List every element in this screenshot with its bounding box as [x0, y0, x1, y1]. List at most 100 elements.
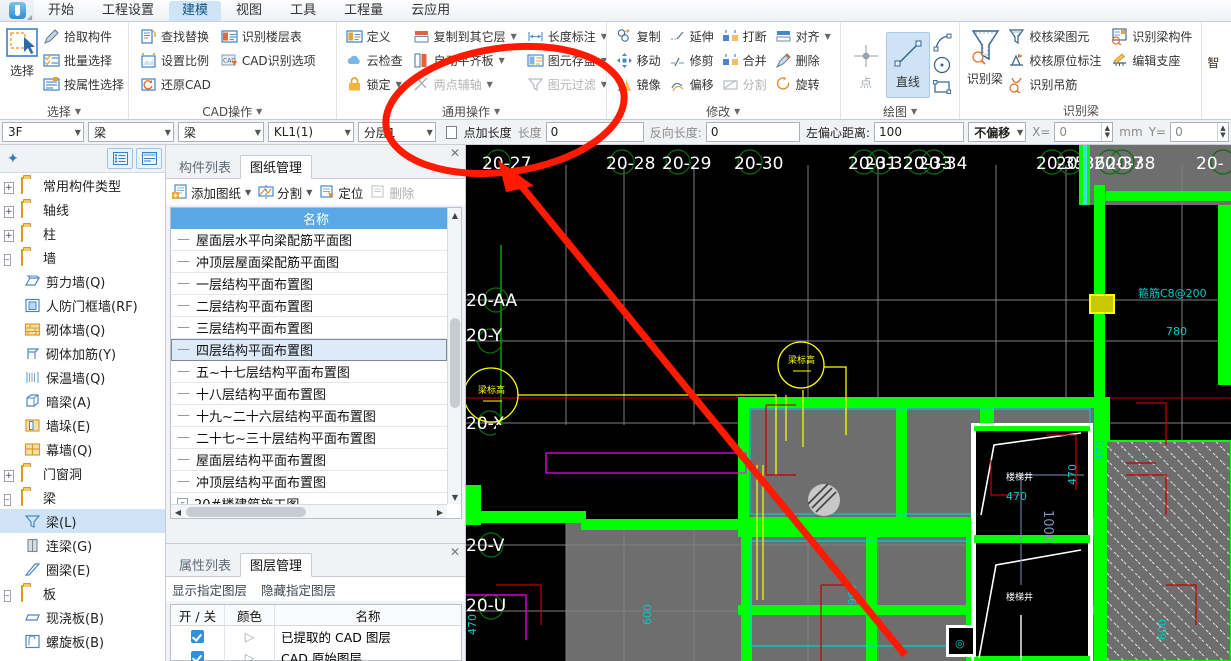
offset-button[interactable]: 偏移 — [667, 72, 718, 96]
point-add-length-checkbox[interactable] — [445, 125, 457, 139]
cad-canvas[interactable]: 20-27 20-28 20-29 20-30 20-31 20-32 20-33 20-34… — [466, 145, 1231, 661]
tab-component-list[interactable]: 构件列表 — [170, 156, 240, 178]
sidebar-item-19[interactable]: 螺旋板(B) — [0, 629, 165, 653]
sidebar-item-9[interactable]: 暗梁(A) — [0, 389, 165, 413]
list-view-icon[interactable] — [107, 148, 133, 169]
chevron-down-icon[interactable]: ▼ — [396, 80, 402, 89]
drawing-list-hscrollbar[interactable]: ◀ ▶ — [171, 504, 447, 518]
tab-property-list[interactable]: 属性列表 — [170, 554, 240, 576]
expand-icon[interactable]: + — [4, 227, 17, 242]
locate-button[interactable]: 定位 — [317, 182, 365, 203]
sidebar-item-15[interactable]: 连梁(G) — [0, 533, 165, 557]
ribbon-group-common-ops-title[interactable]: 通用操作 ▼ — [342, 103, 601, 119]
add-drawing-button[interactable]: 添加图纸 ▼ — [170, 182, 253, 203]
rectangle-tool-button[interactable] — [932, 76, 952, 98]
app-logo-icon[interactable] — [0, 0, 34, 21]
auto-align-slab-button[interactable]: 自动平齐板 ▼ — [411, 48, 521, 72]
ribbon-group-modify-title[interactable]: 修改 ▼ — [612, 103, 835, 119]
scroll-left-icon[interactable]: ◀ — [171, 505, 185, 518]
close-icon[interactable]: ✕ — [450, 545, 460, 559]
cloud-check-button[interactable]: 云检查 — [344, 48, 407, 72]
split-button[interactable]: 分割 — [720, 72, 771, 96]
copy-button[interactable]: 复制 — [614, 24, 665, 48]
detail-view-icon[interactable] — [136, 148, 162, 169]
expand-icon[interactable]: + — [4, 179, 17, 194]
sidebar-item-13[interactable]: – 梁 — [0, 485, 165, 509]
delete-button[interactable]: 删除 — [773, 48, 835, 72]
show-specified-layer-button[interactable]: 显示指定图层 — [172, 580, 247, 599]
expand-icon[interactable]: + — [4, 203, 17, 218]
expand-icon[interactable]: + — [4, 467, 17, 482]
restore-cad-button[interactable]: 还原CAD — [138, 72, 215, 96]
drawing-list-row[interactable]: — 冲顶层结构平面布置图 — [171, 471, 447, 493]
move-button[interactable]: 移动 — [614, 48, 665, 72]
x-spinner[interactable]: ▲ ▼ — [1101, 123, 1112, 141]
sidebar-item-18[interactable]: 现浇板(B) — [0, 605, 165, 629]
lock-button[interactable]: 锁定 ▼ — [344, 72, 407, 96]
batch-select-button[interactable]: 批量选择 — [41, 48, 128, 72]
select-button[interactable]: 选择 — [5, 24, 39, 79]
scroll-up-icon[interactable]: ▲ — [448, 208, 461, 222]
select-by-property-button[interactable]: 按属性选择 — [41, 72, 128, 96]
break-button[interactable]: 打断 — [720, 24, 771, 48]
vscroll-thumb[interactable] — [450, 318, 460, 408]
layer-row[interactable]: ▷ 已提取的 CAD 图层 — [171, 626, 461, 647]
trim-button[interactable]: 修剪 — [667, 48, 718, 72]
sidebar-item-2[interactable]: + 柱 — [0, 221, 165, 245]
tab-drawing-manager[interactable]: 图纸管理 — [240, 155, 313, 179]
tab-modeling[interactable]: 建模 — [169, 1, 222, 21]
sidebar-item-3[interactable]: – 墙 — [0, 245, 165, 269]
expand-triangle-icon[interactable]: ▷ — [225, 626, 275, 647]
hide-specified-layer-button[interactable]: 隐藏指定图层 — [261, 580, 336, 599]
drawing-list-row[interactable]: — 一层结构平面布置图 — [171, 273, 447, 295]
tab-quantity[interactable]: 工程量 — [331, 1, 396, 21]
x-input[interactable]: 0 ▲ ▼ — [1054, 122, 1114, 142]
tab-cloud-apps[interactable]: 云应用 — [398, 1, 463, 21]
drawing-list-row[interactable]: –20#楼建筑施工图 — [171, 493, 447, 504]
cad-identify-options-button[interactable]: CAD CAD识别选项 — [219, 48, 320, 72]
merge-button[interactable]: 合并 — [720, 48, 771, 72]
floor-combo[interactable]: 3F ▼ — [2, 122, 84, 142]
drawing-list-row[interactable]: — 屋面层水平向梁配筋平面图 — [171, 229, 447, 251]
drawing-list-row[interactable]: — 屋面层结构平面布置图 — [171, 449, 447, 471]
ribbon-group-cad-ops-title[interactable]: CAD操作 ▼ — [134, 103, 331, 119]
split-drawing-button[interactable]: 分割 ▼ — [256, 182, 314, 203]
sidebar-item-1[interactable]: + 轴线 — [0, 197, 165, 221]
sidebar-item-4[interactable]: 剪力墙(Q) — [0, 269, 165, 293]
mirror-button[interactable]: 镜像 — [614, 72, 665, 96]
set-scale-button[interactable]: 设置比例 — [138, 48, 215, 72]
collapse-icon[interactable]: – — [4, 491, 17, 506]
type-combo[interactable]: 梁 ▼ — [177, 122, 264, 142]
element-save-button[interactable]: 图元存盘 ▼ — [525, 48, 611, 72]
layer-combo[interactable]: 分层1 ▼ — [357, 122, 436, 142]
rotate-button[interactable]: 旋转 — [773, 72, 835, 96]
sidebar-item-17[interactable]: – 板 — [0, 581, 165, 605]
tab-project-settings[interactable]: 工程设置 — [89, 1, 167, 21]
identify-beam-component-button[interactable]: 识别梁构件 — [1109, 24, 1196, 48]
sidebar-item-14[interactable]: 梁(L) — [0, 509, 165, 533]
sidebar-item-5[interactable]: 人防门框墙(RF) — [0, 293, 165, 317]
ribbon-group-draw-title[interactable]: 绘图 ▼ — [846, 103, 955, 119]
reverse-length-input[interactable]: 0 — [705, 122, 800, 142]
drawing-list-row[interactable]: — 二层结构平面布置图 — [171, 295, 447, 317]
y-input[interactable]: 0 ▲ ▼ — [1170, 122, 1229, 142]
left-eccentric-input[interactable]: 100 — [874, 122, 965, 142]
scroll-down-icon[interactable]: ▼ — [448, 490, 461, 504]
chevron-down-icon[interactable]: ▼ — [487, 80, 493, 89]
check-beam-element-button[interactable]: 校核梁图元 — [1006, 24, 1105, 48]
tab-layer-manager[interactable]: 图层管理 — [240, 553, 313, 577]
chevron-down-icon[interactable]: ▼ — [825, 32, 831, 41]
circle-tool-button[interactable] — [932, 54, 952, 76]
tab-tools[interactable]: 工具 — [277, 1, 329, 21]
drawing-list-row[interactable]: — 四层结构平面布置图 — [171, 339, 447, 361]
drawing-list-row[interactable]: — 十九~二十六层结构平面布置图 — [171, 405, 447, 427]
tab-start[interactable]: 开始 — [35, 1, 87, 21]
sidebar-item-7[interactable]: 砌体加筋(Y) — [0, 341, 165, 365]
collapse-icon[interactable]: – — [4, 587, 17, 602]
copy-to-other-floor-button[interactable]: 复制到其它层 ▼ — [411, 24, 521, 48]
check-insitu-annotation-button[interactable]: 校核原位标注 — [1006, 48, 1105, 72]
edit-support-button[interactable]: 编辑支座 — [1109, 48, 1196, 72]
component-combo[interactable]: KL1(1) ▼ — [267, 122, 354, 142]
two-point-aux-axis-button[interactable]: 两点辅轴 ▼ — [411, 72, 521, 96]
delete-drawing-button[interactable]: 删除 — [368, 182, 416, 203]
